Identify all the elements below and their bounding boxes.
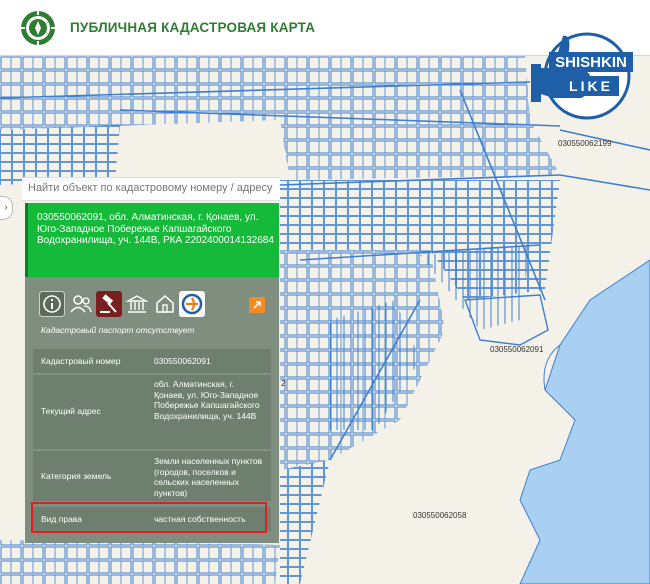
row-value: 030550062091 <box>154 356 211 366</box>
page-title: ПУБЛИЧНАЯ КАДАСТРОВАЯ КАРТА <box>70 20 316 35</box>
table-row: Текущий адрес обл. Алматинская, г. Қонае… <box>33 375 271 449</box>
watermark-line1: SHISHKIN <box>555 54 627 71</box>
home-icon[interactable] <box>152 291 178 317</box>
search-placeholder: Найти объект по кадастровому номеру / ад… <box>28 182 273 194</box>
shishkin-like-watermark: SHISHKIN LIKE <box>531 32 633 120</box>
gavel-icon[interactable] <box>96 291 122 317</box>
owners-icon[interactable] <box>68 291 94 317</box>
parcel-label: 030550062199 <box>558 139 612 148</box>
info-icon[interactable] <box>39 291 65 317</box>
row-value: Земли населенных пунктов (городов, посел… <box>154 456 263 498</box>
row-key: Категория земель <box>41 471 112 481</box>
row-value: обл. Алматинская, г. Қонаев, ул. Юго-Зап… <box>154 379 260 421</box>
parcel-header: 030550062091, обл. Алматинская, г. Қонае… <box>25 203 279 277</box>
table-row: Категория земель Земли населенных пункто… <box>33 451 271 501</box>
highlight-box <box>31 502 267 533</box>
parcel-label: 030550062058 <box>413 511 467 520</box>
watermark-line2: LIKE <box>569 78 613 94</box>
passport-status: Кадастровый паспорт отсутствует <box>41 325 195 335</box>
row-key: Текущий адрес <box>41 406 101 416</box>
parcel-label: 030550062091 <box>490 345 544 354</box>
bank-icon[interactable] <box>124 291 150 317</box>
egov-icon[interactable] <box>179 291 205 317</box>
external-link-icon[interactable] <box>249 297 265 313</box>
search-input[interactable]: Найти объект по кадастровому номеру / ад… <box>22 177 280 201</box>
row-key: Кадастровый номер <box>41 356 121 366</box>
parcel-label: 2 <box>281 379 286 388</box>
table-row: Кадастровый номер 030550062091 <box>33 349 271 373</box>
emblem-logo[interactable] <box>20 10 56 46</box>
parcel-header-text: 030550062091, обл. Алматинская, г. Қонае… <box>37 212 274 247</box>
